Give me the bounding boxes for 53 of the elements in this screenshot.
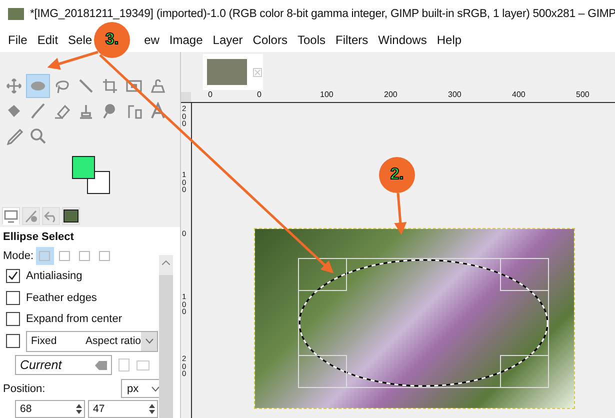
- mode-icon[interactable]: [36, 246, 54, 265]
- ruler-label: 400: [512, 91, 526, 99]
- color-swatches-drawing[interactable]: [72, 156, 111, 195]
- image-tab[interactable]: [203, 54, 263, 90]
- checkbox[interactable]: [6, 334, 20, 348]
- spin-arrows-icon[interactable]: [149, 403, 155, 415]
- checkbox[interactable]: [6, 290, 20, 305]
- menu-item[interactable]: Colors: [248, 33, 292, 47]
- checkbox[interactable]: [6, 268, 20, 283]
- menu-item[interactable]: File: [3, 33, 32, 47]
- ellipse-selection[interactable]: [298, 258, 549, 388]
- thumbnail-placeholder: [207, 59, 247, 85]
- menu-item[interactable]: Windows: [373, 33, 432, 47]
- ruler-label: 0: [257, 91, 262, 99]
- menu-item[interactable]: Tools: [292, 33, 330, 47]
- scrollbar[interactable]: [159, 255, 173, 418]
- chevron-up-icon[interactable]: [162, 260, 170, 264]
- panel-title: Ellipse Select: [3, 231, 75, 245]
- chevron-down-icon[interactable]: [151, 386, 160, 392]
- ruler-label: 100: [320, 91, 334, 99]
- spin-field[interactable]: 47: [88, 400, 158, 418]
- menu-item[interactable]: Help: [432, 33, 467, 47]
- menu-item[interactable]: ew: [139, 33, 164, 47]
- options-tab-icon[interactable]: [2, 207, 20, 225]
- close-icon[interactable]: [253, 68, 262, 76]
- mode-label: Mode:: [3, 250, 34, 262]
- chevron-down-icon[interactable]: [144, 338, 154, 344]
- spin-field[interactable]: 68: [15, 400, 85, 418]
- ruler-label: 0: [208, 91, 212, 99]
- ruler-label: 200: [384, 91, 398, 99]
- option-label: Feather edges: [26, 292, 97, 304]
- option-label: Antialiasing: [26, 270, 82, 282]
- preset-field[interactable]: Current: [15, 355, 112, 376]
- clear-icon[interactable]: [95, 360, 107, 370]
- folder-icon[interactable]: [136, 359, 150, 372]
- devices-tab-icon[interactable]: [22, 207, 40, 225]
- menu-item[interactable]: Image: [164, 33, 208, 47]
- menu-item[interactable]: Edit: [32, 33, 64, 47]
- ruler-label: 500: [576, 91, 590, 99]
- annotation-arrow: [394, 192, 407, 235]
- menu-item[interactable]: Layer: [208, 33, 248, 47]
- document-icon[interactable]: [118, 358, 130, 372]
- fixed-dropdown[interactable]: Fixed Aspect ratio: [26, 330, 158, 352]
- ellipse-tool-icon[interactable]: [26, 74, 50, 98]
- images-tab-icon[interactable]: [62, 207, 80, 225]
- option-label: Expand from center: [26, 313, 122, 326]
- position-label: Position:: [3, 382, 46, 395]
- ruler-label: 300: [448, 91, 462, 99]
- app-icon: [8, 8, 24, 20]
- checkbox[interactable]: [6, 312, 20, 326]
- menu-item[interactable]: Filters: [330, 33, 374, 47]
- step-badge: 2.: [379, 157, 415, 193]
- spin-arrows-icon[interactable]: [76, 403, 82, 415]
